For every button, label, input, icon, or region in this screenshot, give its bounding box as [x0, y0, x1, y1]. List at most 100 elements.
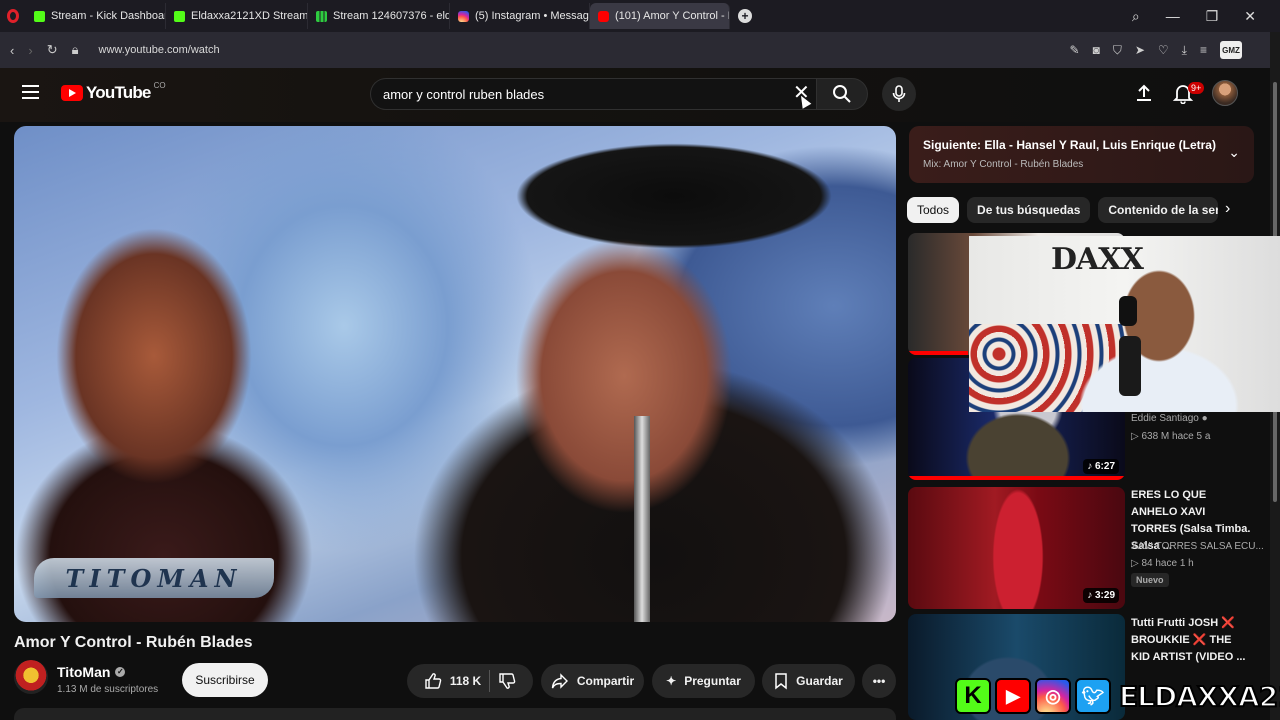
account-avatar[interactable] — [1212, 80, 1238, 106]
mix-subtitle: Mix: Amor Y Control - Rubén Blades — [923, 159, 1084, 170]
address-bar: ‹ › ↻ 🔒︎ www.youtube.com/watch ✎ ◙ ⛉ ➤ ♡… — [0, 32, 1280, 68]
channel-name-text: TitoMan — [57, 664, 111, 680]
mix-playlist-card[interactable]: Siguiente: Ella - Hansel Y Raul, Luis En… — [909, 126, 1254, 183]
back-icon[interactable]: ‹ — [10, 43, 14, 58]
menu-icon[interactable]: ≡ — [1200, 43, 1207, 57]
chip-contenido-serie[interactable]: Contenido de la serie — [1098, 197, 1219, 223]
kick-icon — [34, 10, 45, 22]
video-thumbnail[interactable]: ♪ 3:29 — [908, 487, 1125, 609]
ask-button[interactable]: ✦ Preguntar — [652, 664, 755, 698]
search-tabs-icon[interactable]: ⌕ — [1132, 8, 1140, 25]
watch-progress-bar — [908, 351, 968, 355]
upload-icon[interactable] — [1134, 83, 1154, 103]
instagram-icon — [458, 10, 469, 22]
meta-text: 638 M hace 5 a — [1141, 431, 1211, 442]
forward-icon[interactable]: › — [28, 43, 32, 58]
voice-search-button[interactable] — [882, 77, 916, 111]
minimize-icon[interactable]: — — [1166, 8, 1180, 24]
country-code: CO — [153, 80, 166, 90]
video-player[interactable]: TITOMAN — [14, 126, 896, 622]
verified-icon: ✓ — [115, 667, 126, 677]
tab-label: (101) Amor Y Control - Ru — [615, 10, 730, 22]
description-box[interactable] — [14, 708, 896, 720]
more-horizontal-icon: ••• — [872, 674, 886, 688]
views-icon: ▷ — [1131, 558, 1142, 569]
search-button[interactable] — [816, 78, 868, 110]
more-actions-button[interactable]: ••• — [862, 664, 896, 698]
tab-kick-stream[interactable]: Eldaxxa2121XD Stream - \ — [166, 3, 308, 29]
send-icon[interactable]: ➤ — [1135, 43, 1145, 57]
webcam-streamer — [1079, 256, 1239, 412]
kick-icon: K — [955, 678, 991, 714]
notification-badge: 9+ — [1188, 82, 1205, 94]
video-channel[interactable]: Eddie Santiago ● — [1131, 410, 1208, 427]
video-title: Amor Y Control - Rubén Blades — [14, 634, 253, 651]
twitter-icon: 🐦︎ — [1075, 678, 1111, 714]
download-icon[interactable]: ⤓ — [1182, 43, 1187, 58]
new-tab-button[interactable]: + — [738, 9, 752, 23]
youtube-icon: ▶ — [995, 678, 1031, 714]
url-field[interactable]: www.youtube.com/watch — [99, 44, 220, 56]
opera-logo-icon[interactable] — [0, 0, 26, 32]
share-button[interactable]: Compartir — [541, 664, 644, 698]
tab-instagram[interactable]: (5) Instagram • Messages — [450, 3, 590, 29]
subscribe-button[interactable]: Suscribirse — [182, 663, 268, 697]
save-button[interactable]: Guardar — [762, 664, 855, 698]
tab-kick-dashboard[interactable]: Stream - Kick Dashboard — [26, 3, 166, 29]
next-video-title: Siguiente: Ella - Hansel Y Raul, Luis En… — [923, 138, 1216, 152]
like-dislike-group: 118 K — [407, 664, 533, 698]
like-count: 118 K — [449, 674, 482, 688]
camera-icon[interactable]: ◙ — [1093, 43, 1100, 57]
social-overlay: K ▶ ◎ 🐦︎ ELDAXXA2121 — [955, 676, 1280, 716]
music-note-icon: ♪ — [1087, 461, 1095, 472]
close-window-icon[interactable]: ✕ — [1244, 8, 1256, 25]
youtube-play-icon — [61, 85, 83, 101]
video-title-link[interactable]: Tutti Frutti JOSH ❌ BROUKKIE ❌ THE KID A… — [1131, 615, 1253, 666]
instagram-icon: ◎ — [1035, 678, 1071, 714]
chevron-down-icon[interactable]: ⌄ — [1228, 144, 1240, 161]
lock-icon[interactable]: 🔒︎ — [72, 42, 79, 58]
video-channel[interactable]: XAVI TORRES SALSA ECU... — [1131, 538, 1264, 555]
meta-text: 84 hace 1 h — [1141, 558, 1194, 569]
thumbs-up-icon — [425, 673, 442, 689]
duration-badge: ♪ 6:27 — [1083, 459, 1119, 474]
youtube-header: YouTube CO amor y control ruben blades ✕… — [0, 68, 1270, 122]
watch-progress-bar — [908, 476, 1125, 480]
thumbs-down-icon[interactable] — [498, 672, 516, 690]
tab-label: Stream 124607376 - elda — [333, 10, 450, 22]
duration-badge: ♪ 3:29 — [1083, 588, 1119, 603]
tab-youtube-active[interactable]: (101) Amor Y Control - Ru — [590, 3, 730, 29]
like-button[interactable]: 118 K — [424, 672, 481, 690]
channel-avatar[interactable] — [14, 660, 48, 694]
youtube-logo[interactable]: YouTube CO — [61, 80, 166, 103]
ask-label: Preguntar — [684, 674, 741, 688]
heart-icon[interactable]: ♡ — [1158, 43, 1169, 57]
tab-label: Eldaxxa2121XD Stream - \ — [191, 10, 308, 22]
channel-name[interactable]: TitoMan ✓ — [57, 664, 126, 680]
edit-icon[interactable]: ✎ — [1070, 43, 1080, 57]
tab-stream[interactable]: Stream 124607376 - elda — [308, 3, 450, 29]
tab-label: Stream - Kick Dashboard — [51, 10, 166, 22]
shield-icon[interactable]: ⛉ — [1113, 43, 1122, 58]
profile-avatar[interactable]: GMZ — [1220, 41, 1242, 59]
window-controls: ⌕ — ❐ ✕ — [1132, 0, 1280, 32]
share-icon — [551, 673, 568, 689]
header-actions — [1134, 80, 1238, 106]
video-meta: ▷ 84 hace 1 h — [1131, 555, 1194, 572]
restore-icon[interactable]: ❐ — [1206, 8, 1219, 25]
youtube-icon — [598, 10, 609, 22]
reload-icon[interactable]: ↻ — [47, 42, 58, 58]
search-icon — [833, 85, 851, 103]
save-label: Guardar — [796, 674, 843, 688]
chip-todos[interactable]: Todos — [907, 197, 960, 223]
webcam-overlay: DAXX — [969, 236, 1280, 412]
bookmark-icon — [775, 673, 787, 690]
video-frame-microphone — [634, 416, 650, 622]
search-input-value: amor y control ruben blades — [383, 86, 545, 102]
chip-de-tus-busquedas[interactable]: De tus búsquedas — [967, 197, 1091, 223]
chevron-right-icon[interactable]: › — [1225, 200, 1230, 218]
hamburger-menu-icon[interactable] — [22, 85, 39, 99]
search-input[interactable]: amor y control ruben blades — [370, 78, 816, 110]
share-label: Compartir — [576, 674, 635, 688]
microphone-icon — [892, 85, 906, 102]
